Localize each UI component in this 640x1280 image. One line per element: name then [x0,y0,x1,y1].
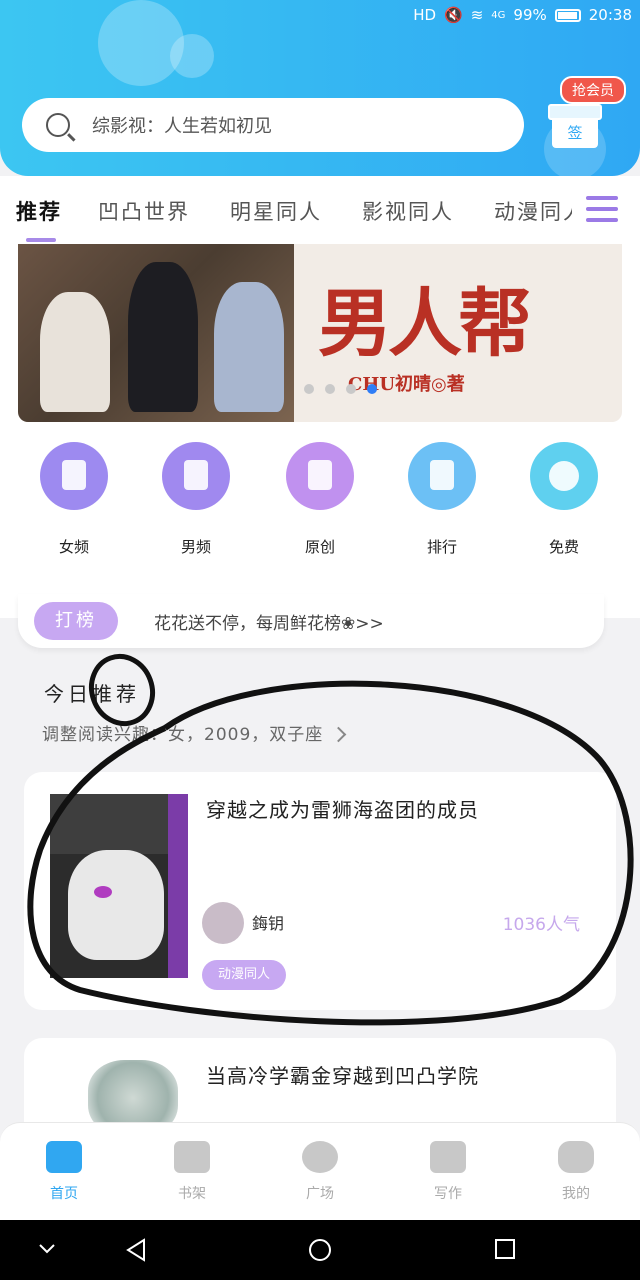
gift-label: 签 [567,124,583,142]
nav-label: 我的 [562,1186,590,1202]
shortcut-label: 女频 [58,538,89,556]
interest-text: 调整阅读兴趣：女，2009，双子座 [42,725,324,745]
shortcut-label: 免费 [548,538,579,556]
nav-write[interactable]: 写作 [408,1141,488,1203]
nav-home[interactable]: 首页 [24,1141,104,1203]
tab-star-fanfic[interactable]: 明星同人 [230,196,322,226]
shortcut-ranking[interactable]: 排行 [392,442,492,557]
yuan-coin-icon [530,442,598,510]
figure-left [40,292,110,412]
shirt-icon [162,442,230,510]
tab-recommend[interactable]: 推荐 [16,196,62,226]
nav-label: 写作 [434,1186,462,1202]
book-card[interactable]: 穿越之成为雷狮海盗团的成员 鋂钥 1036人气 动漫同人 [24,772,616,1010]
shortcut-label: 排行 [426,538,457,556]
genre-tag[interactable]: 动漫同人 [202,960,287,990]
active-tab-indicator [26,238,56,242]
search-bar[interactable]: 综影视：人生若如初见 [22,98,524,152]
figure-middle [128,262,198,412]
nav-bookshelf[interactable]: 书架 [152,1141,232,1203]
home-icon [46,1141,82,1173]
recents-icon[interactable] [494,1238,516,1260]
shortcut-free[interactable]: 免费 [514,442,614,557]
cover-purple-strip [168,794,188,978]
carousel-dot[interactable] [346,384,356,394]
battery-icon [554,8,581,22]
popularity-count: 1036人气 [502,915,580,935]
tab-anime-fanfic[interactable]: 动漫同人 [494,196,572,226]
category-tabs: 推荐 凹凸世界 明星同人 影视同人 动漫同人 [0,176,640,244]
cover-face [68,850,164,960]
today-title: 今日推荐 [44,682,140,706]
book-title: 穿越之成为雷狮海盗团的成员 [206,798,479,822]
planet-icon [302,1141,338,1173]
collapse-icon[interactable] [38,1242,56,1256]
home-circle-icon[interactable] [308,1238,332,1262]
book-title: 当高冷学霸金穿越到凹凸学院 [206,1064,479,1088]
avatar [202,902,244,944]
search-icon [46,113,70,137]
nav-label: 首页 [50,1186,78,1202]
bookshelf-icon [174,1141,210,1173]
nav-label: 广场 [306,1186,334,1202]
banner-title: 男人帮 [318,281,532,367]
rank-button[interactable]: 打榜 [34,602,118,640]
sign-in-gift-button[interactable]: 签 [548,104,602,148]
signal-label: 4G [491,9,506,21]
network-label: HD [413,6,437,24]
book-stand-icon [286,442,354,510]
shortcut-label: 男频 [180,538,211,556]
battery-percent: 99% [513,6,547,24]
vip-badge[interactable]: 抢会员 [560,76,626,104]
carousel-dot[interactable] [325,384,335,394]
app-header: HD 🔇 ≋ 4G 99% 20:38 综影视：人生若如初见 签 [0,0,640,176]
wifi-icon: ≋ [470,6,484,24]
figure-right [214,282,284,412]
shortcut-original[interactable]: 原创 [270,442,370,557]
search-placeholder: 综影视：人生若如初见 [92,116,272,137]
decor-bubble-small [170,34,214,78]
status-bar: HD 🔇 ≋ 4G 99% 20:38 [0,0,640,32]
rank-promo-text[interactable]: 花花送不停，每周鲜花榜❀>> [154,609,384,634]
chat-bubble-icon [558,1141,594,1173]
banner-carousel[interactable]: 男人帮 CHU初晴◎著 [18,244,622,422]
trophy-icon [408,442,476,510]
carousel-dot-active[interactable] [367,384,377,394]
pen-icon [430,1141,466,1173]
bottom-navigation: 首页 书架 广场 写作 我的 [0,1122,640,1220]
nav-label: 书架 [178,1186,206,1202]
nav-mine[interactable]: 我的 [536,1141,616,1203]
system-navigation-bar [0,1220,640,1280]
shortcut-label: 原创 [304,538,335,556]
author-name: 鋂钥 [252,914,285,933]
back-icon[interactable] [124,1238,148,1262]
carousel-dots [304,384,377,394]
book-cover [50,794,188,978]
dress-icon [40,442,108,510]
shortcut-female[interactable]: 女频 [24,442,124,557]
tab-aotu-world[interactable]: 凹凸世界 [98,196,190,226]
cover-eye [94,886,112,898]
tab-film-fanfic[interactable]: 影视同人 [362,196,454,226]
shortcut-male[interactable]: 男频 [146,442,246,557]
category-shortcuts: 女频 男频 原创 排行 免费 [0,442,640,562]
flower-rank-card[interactable]: 打榜 花花送不停，每周鲜花榜❀>> [18,594,604,648]
chevron-right-icon [330,726,347,743]
clock: 20:38 [588,6,632,24]
banner-photo [18,244,294,422]
top-section: 男人帮 CHU初晴◎著 女频 男频 原创 排行 免费 打榜 花花送不停，每周鲜花… [0,244,640,648]
mute-icon: 🔇 [444,6,463,24]
carousel-dot[interactable] [304,384,314,394]
menu-icon[interactable] [586,196,618,224]
nav-plaza[interactable]: 广场 [280,1141,360,1203]
interest-setting-link[interactable]: 调整阅读兴趣：女，2009，双子座 [42,720,347,745]
